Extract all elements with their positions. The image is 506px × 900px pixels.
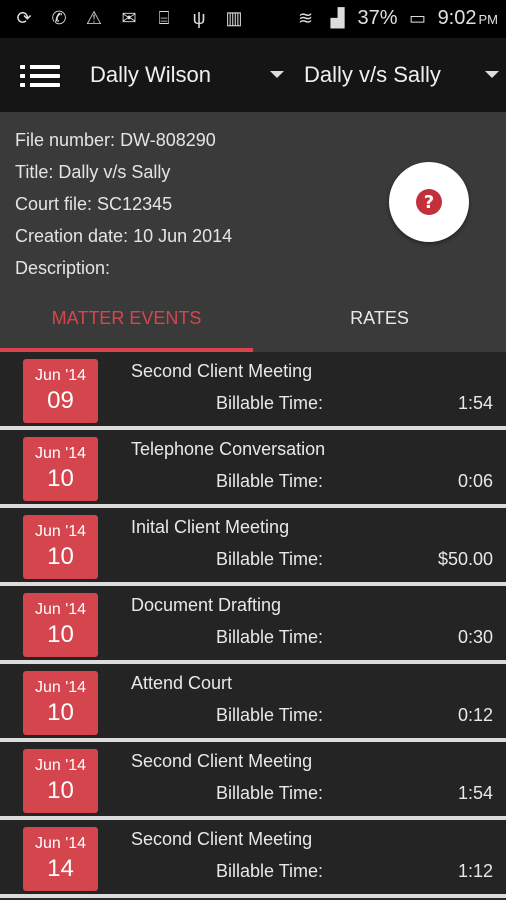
date-badge: Jun '14 14 (23, 827, 98, 891)
event-item[interactable]: Jun '14 10 Second Client Meeting Billable T… (0, 742, 506, 816)
event-item[interactable]: Jun '14 10 Telephone Conversation Billable … (0, 430, 506, 504)
date-month: Jun '14 (34, 367, 87, 384)
whatsapp-icon: ✆ (51, 7, 67, 28)
creation-date-label: Creation date: (15, 226, 129, 246)
tab-rates[interactable]: RATES (253, 306, 506, 352)
billable-time-value: 1:54 (457, 783, 493, 803)
date-day: 10 (47, 543, 74, 570)
file-number-label: File number: (15, 130, 116, 150)
title-row: Title: Dally v/s Sally (15, 162, 170, 183)
file-number-value: DW-808290 (120, 130, 216, 150)
list-divider (0, 894, 506, 898)
notification-icons: ⟳ ✆ ⚠ ✉ ⌸ ψ ▥ (12, 6, 246, 30)
billable-time-value: 0:30 (457, 627, 493, 647)
event-item[interactable]: Jun '14 10 Document Drafting Billable Time:… (0, 586, 506, 660)
event-name: Document Drafting (131, 595, 282, 615)
event-name: Second Client Meeting (131, 361, 313, 381)
event-item[interactable]: Jun '14 09 Second Client Meeting Billable T… (0, 352, 506, 426)
date-month: Jun '14 (34, 679, 87, 696)
billable-time-label: Billable Time: (216, 549, 324, 569)
signal-icon: ▟ (330, 7, 345, 28)
title-label: Title: (15, 162, 54, 182)
date-month: Jun '14 (34, 523, 87, 540)
clock: 9:02 PM (438, 7, 498, 30)
billable-time-value: 0:12 (457, 705, 493, 725)
billable-time-label: Billable Time: (216, 471, 324, 491)
date-month: Jun '14 (34, 445, 87, 462)
usb-icon: ψ (192, 7, 206, 28)
client-spinner[interactable]: Dally Wilson (90, 62, 211, 88)
creation-date-row: Creation date: 10 Jun 2014 (15, 226, 232, 247)
date-day: 10 (47, 621, 74, 648)
date-month: Jun '14 (34, 601, 87, 618)
client-dropdown-icon[interactable] (270, 71, 284, 78)
matter-details: File number: DW-808290 Title: Dally v/s … (0, 112, 506, 352)
file-number-row: File number: DW-808290 (15, 130, 216, 151)
tab-rates-label: RATES (350, 308, 409, 328)
billable-time-label: Billable Time: (216, 861, 324, 881)
event-name: Telephone Conversation (131, 439, 326, 459)
matter-spinner[interactable]: Dally v/s Sally (304, 62, 441, 88)
battery-charging-icon: ▭ (409, 7, 427, 28)
date-badge: Jun '14 10 (23, 671, 98, 735)
barcode-icon: ▥ (225, 7, 243, 28)
wifi-icon: ≋ (297, 7, 314, 28)
event-item[interactable]: Jun '14 10 Inital Client Meeting Billable T… (0, 508, 506, 582)
wifi-hotspot-icon: ⚠ (85, 7, 103, 28)
description-label: Description: (15, 258, 111, 278)
date-month: Jun '14 (34, 835, 87, 852)
sync-icon: ⟳ (16, 7, 32, 28)
event-name: Attend Court (131, 673, 233, 693)
help-icon: ? (416, 189, 442, 215)
code-icon: ⌸ (158, 7, 170, 28)
billable-time-label: Billable Time: (216, 627, 324, 647)
tab-matter-events-label: MATTER EVENTS (51, 308, 202, 328)
billable-time-label: Billable Time: (216, 783, 324, 803)
event-item[interactable]: Jun '14 14 Second Client Meeting Billable T… (0, 820, 506, 894)
app-bar: Dally Wilson Dally v/s Sally (0, 38, 506, 112)
date-badge: Jun '14 10 (23, 749, 98, 813)
date-badge: Jun '14 10 (23, 437, 98, 501)
event-name: Inital Client Meeting (131, 517, 290, 537)
billable-time-value: 1:12 (457, 861, 493, 881)
date-day: 09 (47, 387, 74, 414)
billable-time-value: $50.00 (437, 549, 493, 569)
status-bar: ⟳ ✆ ⚠ ✉ ⌸ ψ ▥ ≋ ▟ 37% ▭ 9:02 PM (0, 0, 506, 38)
clock-time: 9:02 (437, 6, 477, 29)
help-button[interactable]: ? (389, 162, 469, 242)
billable-time-value: 1:54 (457, 393, 493, 413)
event-item[interactable]: Jun '14 10 Attend Court Billable Time: 0:12 (0, 664, 506, 738)
date-month: Jun '14 (34, 757, 87, 774)
date-day: 10 (47, 699, 74, 726)
menu-icon[interactable] (20, 65, 60, 87)
event-name: Second Client Meeting (131, 829, 313, 849)
date-day: 14 (47, 855, 74, 882)
billable-time-value: 0:06 (457, 471, 493, 491)
battery-percent: 37% (357, 6, 398, 29)
date-badge: Jun '14 09 (23, 359, 98, 423)
billable-time-label: Billable Time: (216, 705, 324, 725)
system-status: ≋ ▟ 37% ▭ 9:02 PM (294, 6, 498, 30)
court-file-row: Court file: SC12345 (15, 194, 172, 215)
clock-ampm: PM (478, 11, 499, 27)
description-row: Description: (15, 258, 110, 279)
event-name: Second Client Meeting (131, 751, 313, 771)
title-value: Dally v/s Sally (58, 162, 171, 182)
court-file-label: Court file: (15, 194, 93, 214)
creation-date-value: 10 Jun 2014 (133, 226, 233, 246)
billable-time-label: Billable Time: (216, 393, 324, 413)
matter-dropdown-icon[interactable] (485, 71, 499, 78)
date-day: 10 (47, 777, 74, 804)
mail-icon: ✉ (121, 7, 137, 28)
tab-matter-events[interactable]: MATTER EVENTS (0, 306, 253, 352)
date-day: 10 (47, 465, 74, 492)
date-badge: Jun '14 10 (23, 593, 98, 657)
court-file-value: SC12345 (97, 194, 173, 214)
date-badge: Jun '14 10 (23, 515, 98, 579)
